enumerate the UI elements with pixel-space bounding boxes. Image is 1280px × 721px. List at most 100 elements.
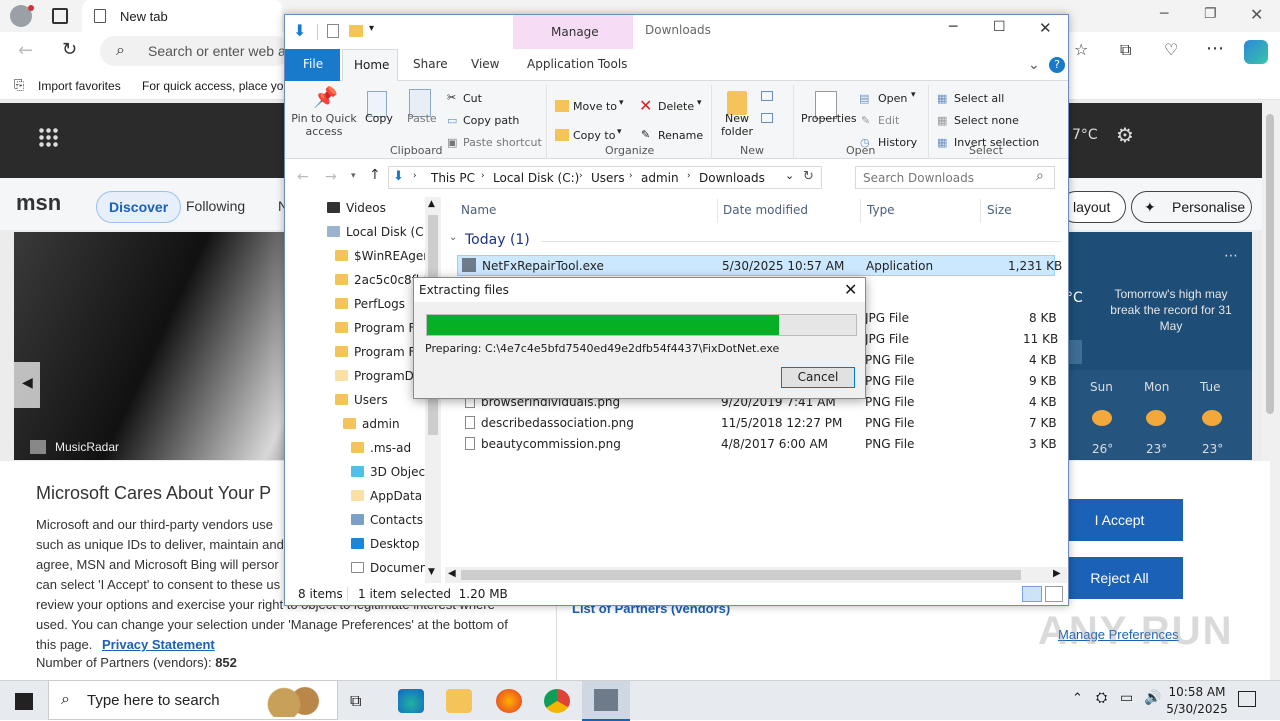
nav-item-folder[interactable]: admin [343,417,400,431]
ribbon-collapse-icon[interactable]: ⌄ [1028,57,1040,73]
copy-button[interactable]: Copy [365,112,393,125]
large-icons-view-icon[interactable] [1045,586,1063,602]
paste-button[interactable]: Paste [407,112,437,125]
file-explorer-taskbar-icon[interactable] [446,689,472,713]
new-folder-button[interactable]: New folder [717,112,757,138]
show-hidden-icons[interactable]: ⌃ [1072,691,1083,706]
tab-file[interactable]: File [285,49,340,81]
details-view-icon[interactable] [1022,586,1042,602]
new-folder-qa-icon[interactable] [349,25,363,37]
nav-item-folder[interactable]: Document [351,561,432,575]
nav-item-folder[interactable]: Desktop [351,537,420,551]
nav-item-videos[interactable]: Videos [327,201,386,215]
move-to-button[interactable]: Move to [573,100,617,113]
network-icon[interactable]: ⛭ [1096,690,1107,706]
cut-button[interactable]: Cut [463,92,482,105]
task-view-icon[interactable]: ⧉ [350,691,361,711]
nav-item-folder[interactable]: $WinREAgent [335,249,436,263]
back-icon[interactable]: ← [18,40,33,61]
edit-button[interactable]: Edit [878,114,899,127]
nav-item-folder[interactable]: .ms-ad [351,441,411,455]
restore-icon[interactable]: ❐ [1204,6,1217,22]
nav-item-folder[interactable]: Contacts [351,513,423,527]
browser-essentials-icon[interactable]: ♡ [1164,40,1178,59]
address-bar[interactable]: ⌕ Search or enter web a [100,36,290,66]
copy-to-button[interactable]: Copy to [573,129,615,142]
close-window-icon[interactable]: ✕ [1250,5,1263,24]
recent-dropdown-icon[interactable]: ▾ [351,171,356,181]
horizontal-scrollbar[interactable]: ◀ ▶ [445,567,1067,583]
refresh-icon[interactable]: ↻ [803,169,814,184]
edge-taskbar-icon[interactable] [398,689,424,713]
breadcrumb-item[interactable]: admin [641,171,679,185]
nav-item-folder[interactable]: Users [335,393,388,407]
breadcrumb-item[interactable]: Users [591,171,625,185]
forward-icon[interactable]: → [325,169,337,185]
up-icon[interactable]: ↑ [369,167,381,183]
breadcrumb-item[interactable]: Local Disk (C:) [493,171,579,185]
settings-gear-icon[interactable]: ⚙ [1116,123,1134,147]
pin-quick-access-button[interactable]: Pin to Quick access [289,112,359,138]
wifi-icon[interactable]: ▭ [1120,690,1133,706]
back-icon[interactable]: ← [297,169,309,185]
close-icon[interactable]: ✕ [1039,19,1052,37]
select-all-button[interactable]: Select all [954,92,1004,105]
privacy-statement-link[interactable]: Privacy Statement [102,635,215,655]
carousel-prev-button[interactable]: ◀ [14,362,40,408]
cancel-button[interactable]: Cancel [781,367,855,388]
tab-actions-icon[interactable] [52,8,68,24]
nav-item-folder[interactable]: 3D Object: [351,465,434,479]
nav-item-local-disk[interactable]: Local Disk (C:) [327,225,432,239]
msn-logo[interactable]: msn [16,190,61,216]
qa-dropdown-icon[interactable]: ▾ [369,23,374,34]
search-box[interactable]: Search Downloads ⌕ [855,166,1055,189]
properties-qa-icon[interactable] [327,24,339,38]
table-row[interactable]: beautycommission.png 4/8/2017 6:00 AM PN… [457,434,1057,455]
new-item-icon[interactable] [761,91,773,101]
address-breadcrumb[interactable]: ⬇ › This PC › Local Disk (C:) › Users › … [388,166,822,189]
import-favorites-link[interactable]: Import favorites [38,79,121,93]
windows-start-icon[interactable] [15,693,33,710]
scrollbar-thumb[interactable] [461,570,1021,580]
accept-button[interactable]: I Accept [1056,499,1183,541]
history-button[interactable]: History [878,136,917,149]
table-row[interactable]: describedassociation.png 11/5/2018 12:27… [457,413,1057,434]
firefox-taskbar-icon[interactable] [496,689,522,713]
copilot-icon[interactable] [1244,40,1268,64]
notifications-icon[interactable] [1238,691,1256,707]
delete-button[interactable]: Delete [658,100,694,113]
column-size[interactable]: Size [987,203,1012,217]
nav-item-folder[interactable]: PerfLogs [335,297,405,311]
copy-path-button[interactable]: Copy path [463,114,519,127]
refresh-icon[interactable]: ↻ [62,39,77,60]
chrome-taskbar-icon[interactable] [544,689,570,713]
select-none-button[interactable]: Select none [954,114,1019,127]
reject-all-button[interactable]: Reject All [1056,557,1183,599]
address-dropdown-icon[interactable]: ⌄ [785,169,794,182]
tab-share[interactable]: Share [413,57,448,71]
installer-taskbar-button[interactable] [582,681,630,721]
paste-shortcut-button[interactable]: Paste shortcut [463,136,542,149]
breadcrumb-item[interactable]: This PC [431,171,475,185]
scroll-right-icon[interactable]: ▶ [1053,568,1061,579]
minimize-icon[interactable]: ─ [949,19,957,35]
taskbar-search[interactable]: ⌕ Type here to search [48,680,338,720]
rename-button[interactable]: Rename [658,129,703,142]
easy-access-icon[interactable] [761,113,773,123]
volume-icon[interactable]: 🔊 [1144,690,1161,706]
personalise-button[interactable]: ✦ Personalise [1131,191,1252,223]
help-icon[interactable]: ? [1049,57,1065,73]
breadcrumb-item[interactable]: Downloads [699,171,765,185]
column-name[interactable]: Name [461,203,496,217]
tab-home[interactable]: Home [342,49,398,82]
nav-discover[interactable]: Discover [96,191,182,223]
weather-card[interactable]: ⋯ °C Tomorrow's high may break the recor… [1066,232,1252,460]
nav-item-folder[interactable]: AppData [351,489,422,503]
minimize-icon[interactable]: ─ [1160,6,1168,22]
group-collapse-icon[interactable]: ⌄ [449,232,457,243]
tab-new-tab[interactable]: New tab [82,0,282,32]
scroll-down-icon[interactable]: ▼ [428,567,435,577]
weather-more-icon[interactable]: ⋯ [1224,248,1238,264]
open-button[interactable]: Open [878,92,907,105]
clock[interactable]: 10:58 AM 5/30/2025 [1164,684,1230,718]
